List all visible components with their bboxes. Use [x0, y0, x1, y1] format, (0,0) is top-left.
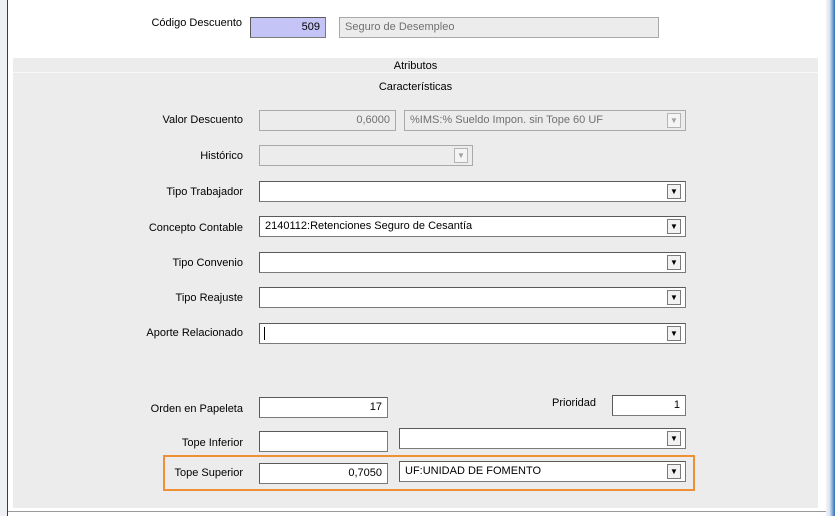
chevron-down-icon[interactable]: ▼: [667, 326, 681, 341]
chevron-down-icon[interactable]: ▼: [667, 255, 681, 270]
aporte-relacionado-label: Aporte Relacionado: [146, 327, 243, 339]
tipo-reajuste-label: Tipo Reajuste: [175, 292, 243, 304]
valor-descuento-unit-text: %IMS:% Sueldo Impon. sin Tope 60 UF: [410, 114, 604, 126]
concepto-contable-value: 2140112:Retenciones Seguro de Cesantía: [265, 220, 473, 232]
concepto-contable-label: Concepto Contable: [148, 222, 243, 234]
chevron-down-icon[interactable]: ▼: [667, 184, 681, 199]
tope-superior-unit-value: UF:UNIDAD DE FOMENTO: [405, 465, 542, 477]
tipo-trabajador-select[interactable]: [259, 181, 686, 202]
chevron-down-icon[interactable]: ▼: [667, 431, 681, 446]
tope-superior-label: Tope Superior: [174, 467, 244, 479]
orden-papeleta-label: Orden en Papeleta: [150, 403, 243, 415]
window-right-edge: [826, 0, 835, 516]
tipo-trabajador-label: Tipo Trabajador: [166, 186, 243, 198]
descripcion-field: Seguro de Desempleo: [339, 17, 659, 38]
atributos-heading: Atributos: [393, 60, 438, 72]
tope-superior-field[interactable]: 0,7050: [259, 463, 388, 484]
tipo-reajuste-select[interactable]: [259, 287, 686, 308]
chevron-down-icon[interactable]: ▼: [667, 290, 681, 305]
valor-descuento-field: 0,6000: [259, 110, 396, 131]
aporte-relacionado-select[interactable]: [259, 323, 686, 344]
caracteristicas-heading: Características: [378, 81, 453, 93]
chevron-down-icon[interactable]: ▼: [667, 219, 681, 234]
tope-inferior-unit-select[interactable]: [399, 428, 686, 449]
section-divider: [13, 72, 818, 73]
chevron-down-icon: ▼: [454, 148, 468, 163]
tope-inferior-field[interactable]: [259, 431, 388, 452]
chevron-down-icon[interactable]: ▼: [667, 464, 681, 479]
text-cursor: [264, 327, 265, 340]
bottom-border: [8, 511, 826, 512]
orden-papeleta-field[interactable]: 17: [259, 397, 388, 418]
chevron-down-icon: ▼: [667, 113, 681, 128]
valor-descuento-label: Valor Descuento: [162, 114, 243, 126]
window-left-edge: [0, 0, 7, 516]
prioridad-label: Prioridad: [552, 397, 597, 409]
valor-descuento-unit-select: %IMS:% Sueldo Impon. sin Tope 60 UF: [404, 110, 686, 131]
concepto-contable-select[interactable]: 2140112:Retenciones Seguro de Cesantía: [259, 216, 686, 237]
tope-inferior-label: Tope Inferior: [181, 437, 243, 449]
window-border: [7, 0, 8, 516]
tipo-convenio-select[interactable]: [259, 252, 686, 273]
prioridad-field[interactable]: 1: [612, 395, 686, 416]
codigo-descuento-field[interactable]: 509: [250, 17, 326, 38]
tope-superior-unit-select[interactable]: UF:UNIDAD DE FOMENTO: [399, 461, 686, 482]
historico-select: [259, 145, 473, 166]
historico-label: Histórico: [200, 150, 243, 162]
codigo-descuento-label: Código Descuento: [151, 17, 242, 29]
tipo-convenio-label: Tipo Convenio: [172, 257, 243, 269]
